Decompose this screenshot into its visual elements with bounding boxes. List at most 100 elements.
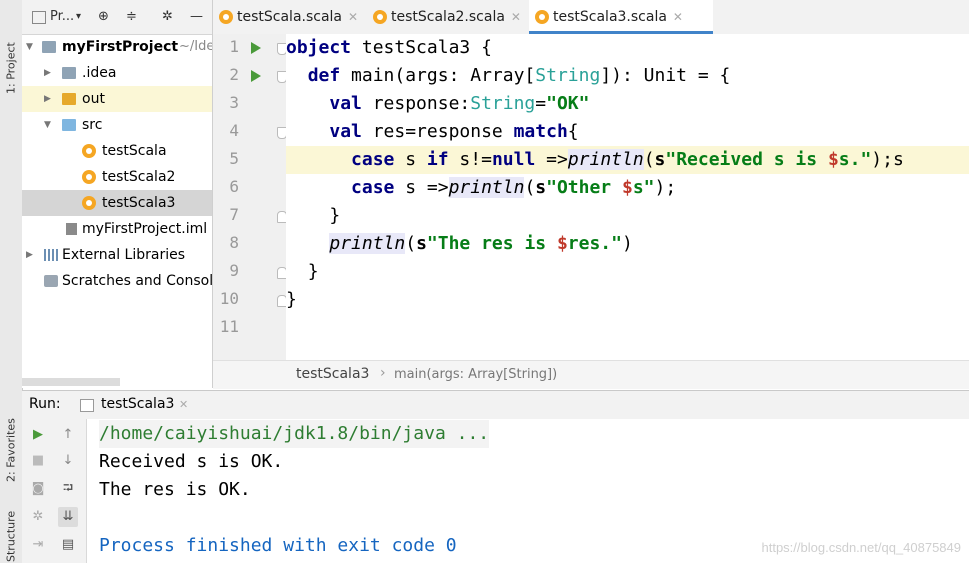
line-number: 2 <box>229 65 239 84</box>
tree-item-scratches[interactable]: Scratches and Consol <box>22 268 212 294</box>
close-icon[interactable]: ✕ <box>179 398 188 411</box>
gear-icon[interactable]: ✲ <box>162 9 173 24</box>
code-line-10: } <box>286 286 969 314</box>
code-line-6: case s =>println(s"Other $s"); <box>286 174 969 202</box>
close-icon[interactable]: ✕ <box>511 10 521 24</box>
tree-item-src[interactable]: ▼ src <box>22 112 212 138</box>
editor-tab-label: testScala3.scala <box>553 9 667 25</box>
close-icon[interactable]: ✕ <box>348 10 358 24</box>
collapse-icon[interactable]: ≑ <box>126 9 137 24</box>
breadcrumb-method[interactable]: main(args: Array[String]) <box>394 367 557 382</box>
keyword: case <box>351 177 395 198</box>
watermark: https://blog.csdn.net/qq_40875849 <box>761 540 962 555</box>
line-number: 1 <box>229 37 239 56</box>
tree-label: src <box>82 117 103 133</box>
rerun-icon[interactable]: ▶ <box>28 425 48 445</box>
code-text: ( <box>405 233 417 254</box>
tree-item-testscala3[interactable]: testScala3 <box>22 190 212 216</box>
tool-tab-favorites[interactable]: 2: Favorites <box>1 392 21 482</box>
string-literal: s." <box>838 149 872 170</box>
string-literal: "OK" <box>546 93 590 114</box>
keyword: null <box>491 149 536 170</box>
console-output-line: The res is OK. <box>99 479 251 500</box>
folder-icon <box>62 93 76 105</box>
code-line-1: object testScala3 { <box>286 34 969 62</box>
tool-tab-project-label: 1: Project <box>4 42 18 94</box>
expand-arrow-icon[interactable]: ▼ <box>44 112 51 138</box>
tree-label: Scratches and Consol <box>62 273 213 289</box>
tree-item-out[interactable]: ▶ out <box>22 86 212 112</box>
expand-arrow-icon[interactable]: ▼ <box>26 34 33 60</box>
string-literal: res." <box>567 233 622 254</box>
line-number: 7 <box>229 205 239 224</box>
expand-arrow-icon[interactable]: ▶ <box>44 86 51 112</box>
tree-item-idea[interactable]: ▶ .idea <box>22 60 212 86</box>
minimize-icon[interactable]: — <box>190 9 203 24</box>
run-gutter-icon[interactable] <box>251 42 261 54</box>
tree-label: .idea <box>82 65 117 81</box>
left-tool-strip: 1: Project 2: Favorites Structure <box>0 0 23 563</box>
tool-tab-structure[interactable]: Structure <box>1 496 21 562</box>
code-text: testScala3 { <box>351 37 492 58</box>
tree-item-iml[interactable]: myFirstProject.iml <box>22 216 212 242</box>
code-line-3: val response:String="OK" <box>286 90 969 118</box>
scala-object-icon <box>82 170 96 184</box>
tool-tab-favorites-label: 2: Favorites <box>4 418 18 482</box>
tool-tab-project[interactable]: 1: Project <box>1 4 21 94</box>
soft-wrap-icon[interactable]: ⮒ <box>58 479 78 499</box>
breadcrumb-file[interactable]: testScala3 <box>296 366 369 382</box>
breadcrumb: testScala3 › main(args: Array[String]) <box>213 360 969 389</box>
scroll-to-end-icon[interactable]: ⇊ <box>58 507 78 527</box>
debug-icon[interactable]: ✲ <box>28 507 48 527</box>
code-text: ]): Unit = { <box>600 65 731 86</box>
tree-item-testscala[interactable]: testScala <box>22 138 212 164</box>
tree-item-testscala2[interactable]: testScala2 <box>22 164 212 190</box>
run-toolbar: ▶ ↑ ■ ↓ ◙ ⮒ ✲ ⇊ ⇥ ▤ <box>22 419 87 563</box>
code-editor[interactable]: object testScala3 { def main(args: Array… <box>286 34 969 360</box>
print-icon[interactable]: ▤ <box>58 535 78 555</box>
console-output-line: Received s is OK. <box>99 451 284 472</box>
target-icon[interactable]: ⊕ <box>98 9 109 24</box>
stop-icon[interactable]: ■ <box>28 451 48 471</box>
tree-path-hint: ~/Ide <box>179 39 213 54</box>
tree-label: myFirstProject <box>62 39 179 55</box>
keyword: match <box>513 121 568 142</box>
tree-label: myFirstProject.iml <box>82 221 208 237</box>
scroll-up-icon[interactable]: ↑ <box>58 425 78 445</box>
exit-icon[interactable]: ⇥ <box>28 535 48 555</box>
folder-icon <box>62 67 76 79</box>
breadcrumb-separator: › <box>380 365 386 381</box>
code-text: = <box>535 93 547 114</box>
code-text: ); <box>654 177 677 198</box>
editor-tab-testscala2[interactable]: testScala2.scala ✕ <box>367 0 541 34</box>
code-line-9: } <box>286 258 969 286</box>
string-literal: "Other <box>546 177 622 198</box>
tool-tab-structure-label: Structure <box>4 510 18 562</box>
keyword: object <box>286 37 352 58</box>
camera-icon[interactable]: ◙ <box>28 479 48 499</box>
expand-arrow-icon[interactable]: ▶ <box>26 242 33 268</box>
scala-file-icon <box>219 10 233 24</box>
console-command-line[interactable]: /home/caiyishuai/jdk1.8/bin/java ... <box>99 420 490 448</box>
run-tab[interactable]: testScala3 <box>101 396 174 412</box>
scroll-down-icon[interactable]: ↓ <box>58 451 78 471</box>
editor-tab-testscala[interactable]: testScala.scala ✕ <box>213 0 377 34</box>
scala-object-icon <box>82 196 96 210</box>
horizontal-scrollbar[interactable] <box>22 378 120 386</box>
interpolation-sign: $ <box>827 149 839 170</box>
interpolation-sign: $ <box>556 233 568 254</box>
tree-item-external-libraries[interactable]: ▶ External Libraries <box>22 242 212 268</box>
code-text: { <box>567 121 579 142</box>
tree-item-project[interactable]: ▼ myFirstProject ~/Ide <box>22 34 212 60</box>
editor-tab-testscala3[interactable]: testScala3.scala ✕ <box>529 0 713 34</box>
chevron-down-icon[interactable]: ▾ <box>76 11 81 22</box>
expand-arrow-icon[interactable]: ▶ <box>44 60 51 86</box>
run-console[interactable]: /home/caiyishuai/jdk1.8/bin/java ... Rec… <box>87 419 969 563</box>
close-icon[interactable]: ✕ <box>673 10 683 24</box>
project-view-selector[interactable]: Pr... <box>50 9 74 24</box>
run-gutter-icon[interactable] <box>251 70 261 82</box>
